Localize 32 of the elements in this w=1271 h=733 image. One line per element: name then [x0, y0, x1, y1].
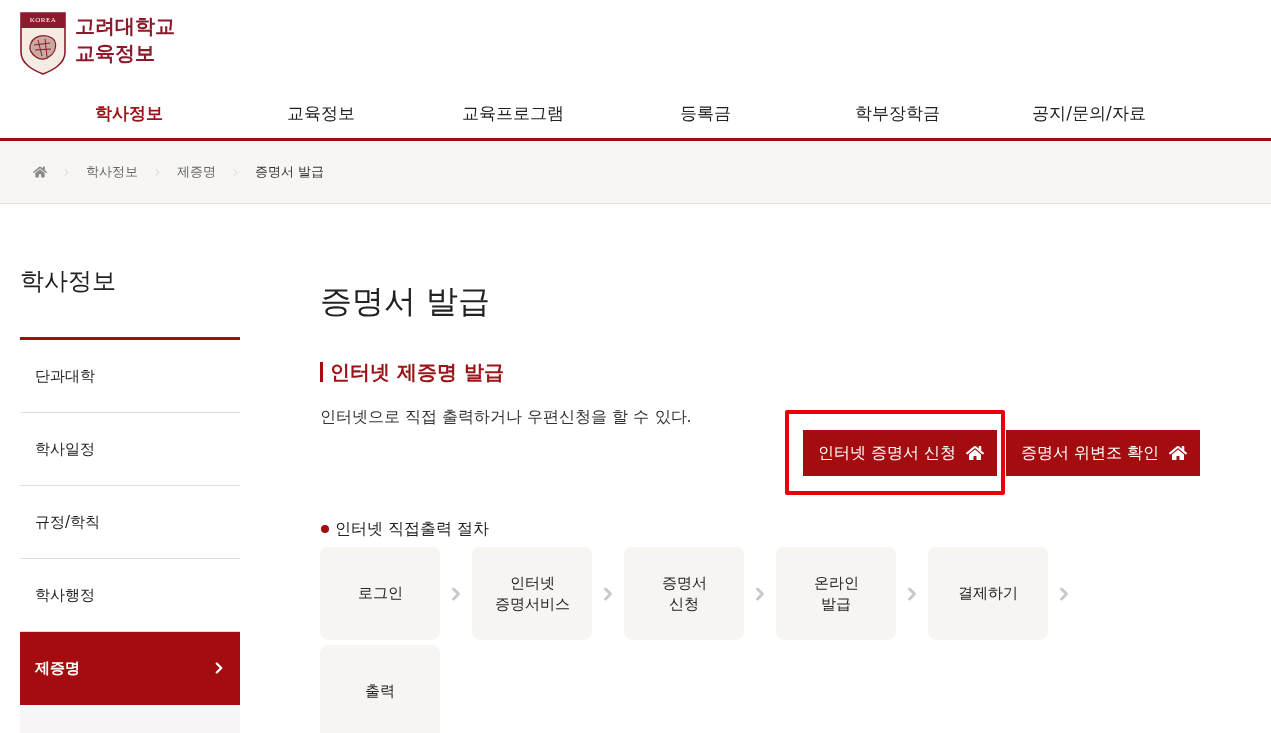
procedure-title: 인터넷 직접출력 절차 [335, 519, 490, 539]
sidebar-title: 학사정보 [20, 266, 240, 340]
procedure-step: 로그인 [320, 547, 440, 640]
certificate-button[interactable]: 증명서 위변조 확인 [1005, 430, 1200, 476]
procedure-step: 온라인 발급 [776, 547, 896, 640]
home-icon [965, 444, 984, 462]
section-heading: 인터넷 제증명 발급 [320, 362, 504, 382]
sidebar-menu-item[interactable]: 규정/학칙 [20, 486, 240, 559]
section-description: 인터넷으로 직접 출력하거나 우편신청을 할 수 있다. [320, 407, 692, 427]
home-icon [1169, 444, 1187, 462]
sidebar-menu-item[interactable]: 제증명 [20, 632, 240, 705]
breadcrumb-link[interactable]: 학사정보 [86, 163, 138, 181]
breadcrumb-link[interactable]: 제증명 [177, 163, 216, 181]
certificate-button[interactable]: 인터넷 증명서 신청 [802, 430, 997, 476]
procedure-step: 결제하기 [928, 547, 1048, 640]
nav-menu-item[interactable]: 교육정보 [225, 88, 417, 138]
nav-menu-item[interactable]: 교육프로그램 [417, 88, 609, 138]
nav-menu-item[interactable]: 공지/문의/자료 [993, 88, 1185, 138]
breadcrumb-link[interactable]: 증명서 발급 [255, 163, 325, 181]
nav-menu-item[interactable]: 등록금 [609, 88, 801, 138]
logo-title: 교육정보 [75, 40, 156, 67]
bullet-dot-icon [321, 525, 329, 533]
nav-menu-item[interactable]: 학사정보 [33, 88, 225, 138]
nav-menu-item[interactable]: 학부장학금 [801, 88, 993, 138]
home-icon[interactable] [33, 165, 47, 179]
sidebar-menu-item[interactable]: 학사일정 [20, 413, 240, 486]
procedure-step: 증명서 신청 [624, 547, 744, 640]
page-title: 증명서 발급 [320, 283, 491, 319]
sidebar-menu-item[interactable]: 단과대학 [20, 340, 240, 413]
procedure-step: 출력 [320, 645, 440, 733]
procedure-step: 인터넷 증명서비스 [472, 547, 592, 640]
logo-title: 고려대학교 [75, 13, 175, 40]
